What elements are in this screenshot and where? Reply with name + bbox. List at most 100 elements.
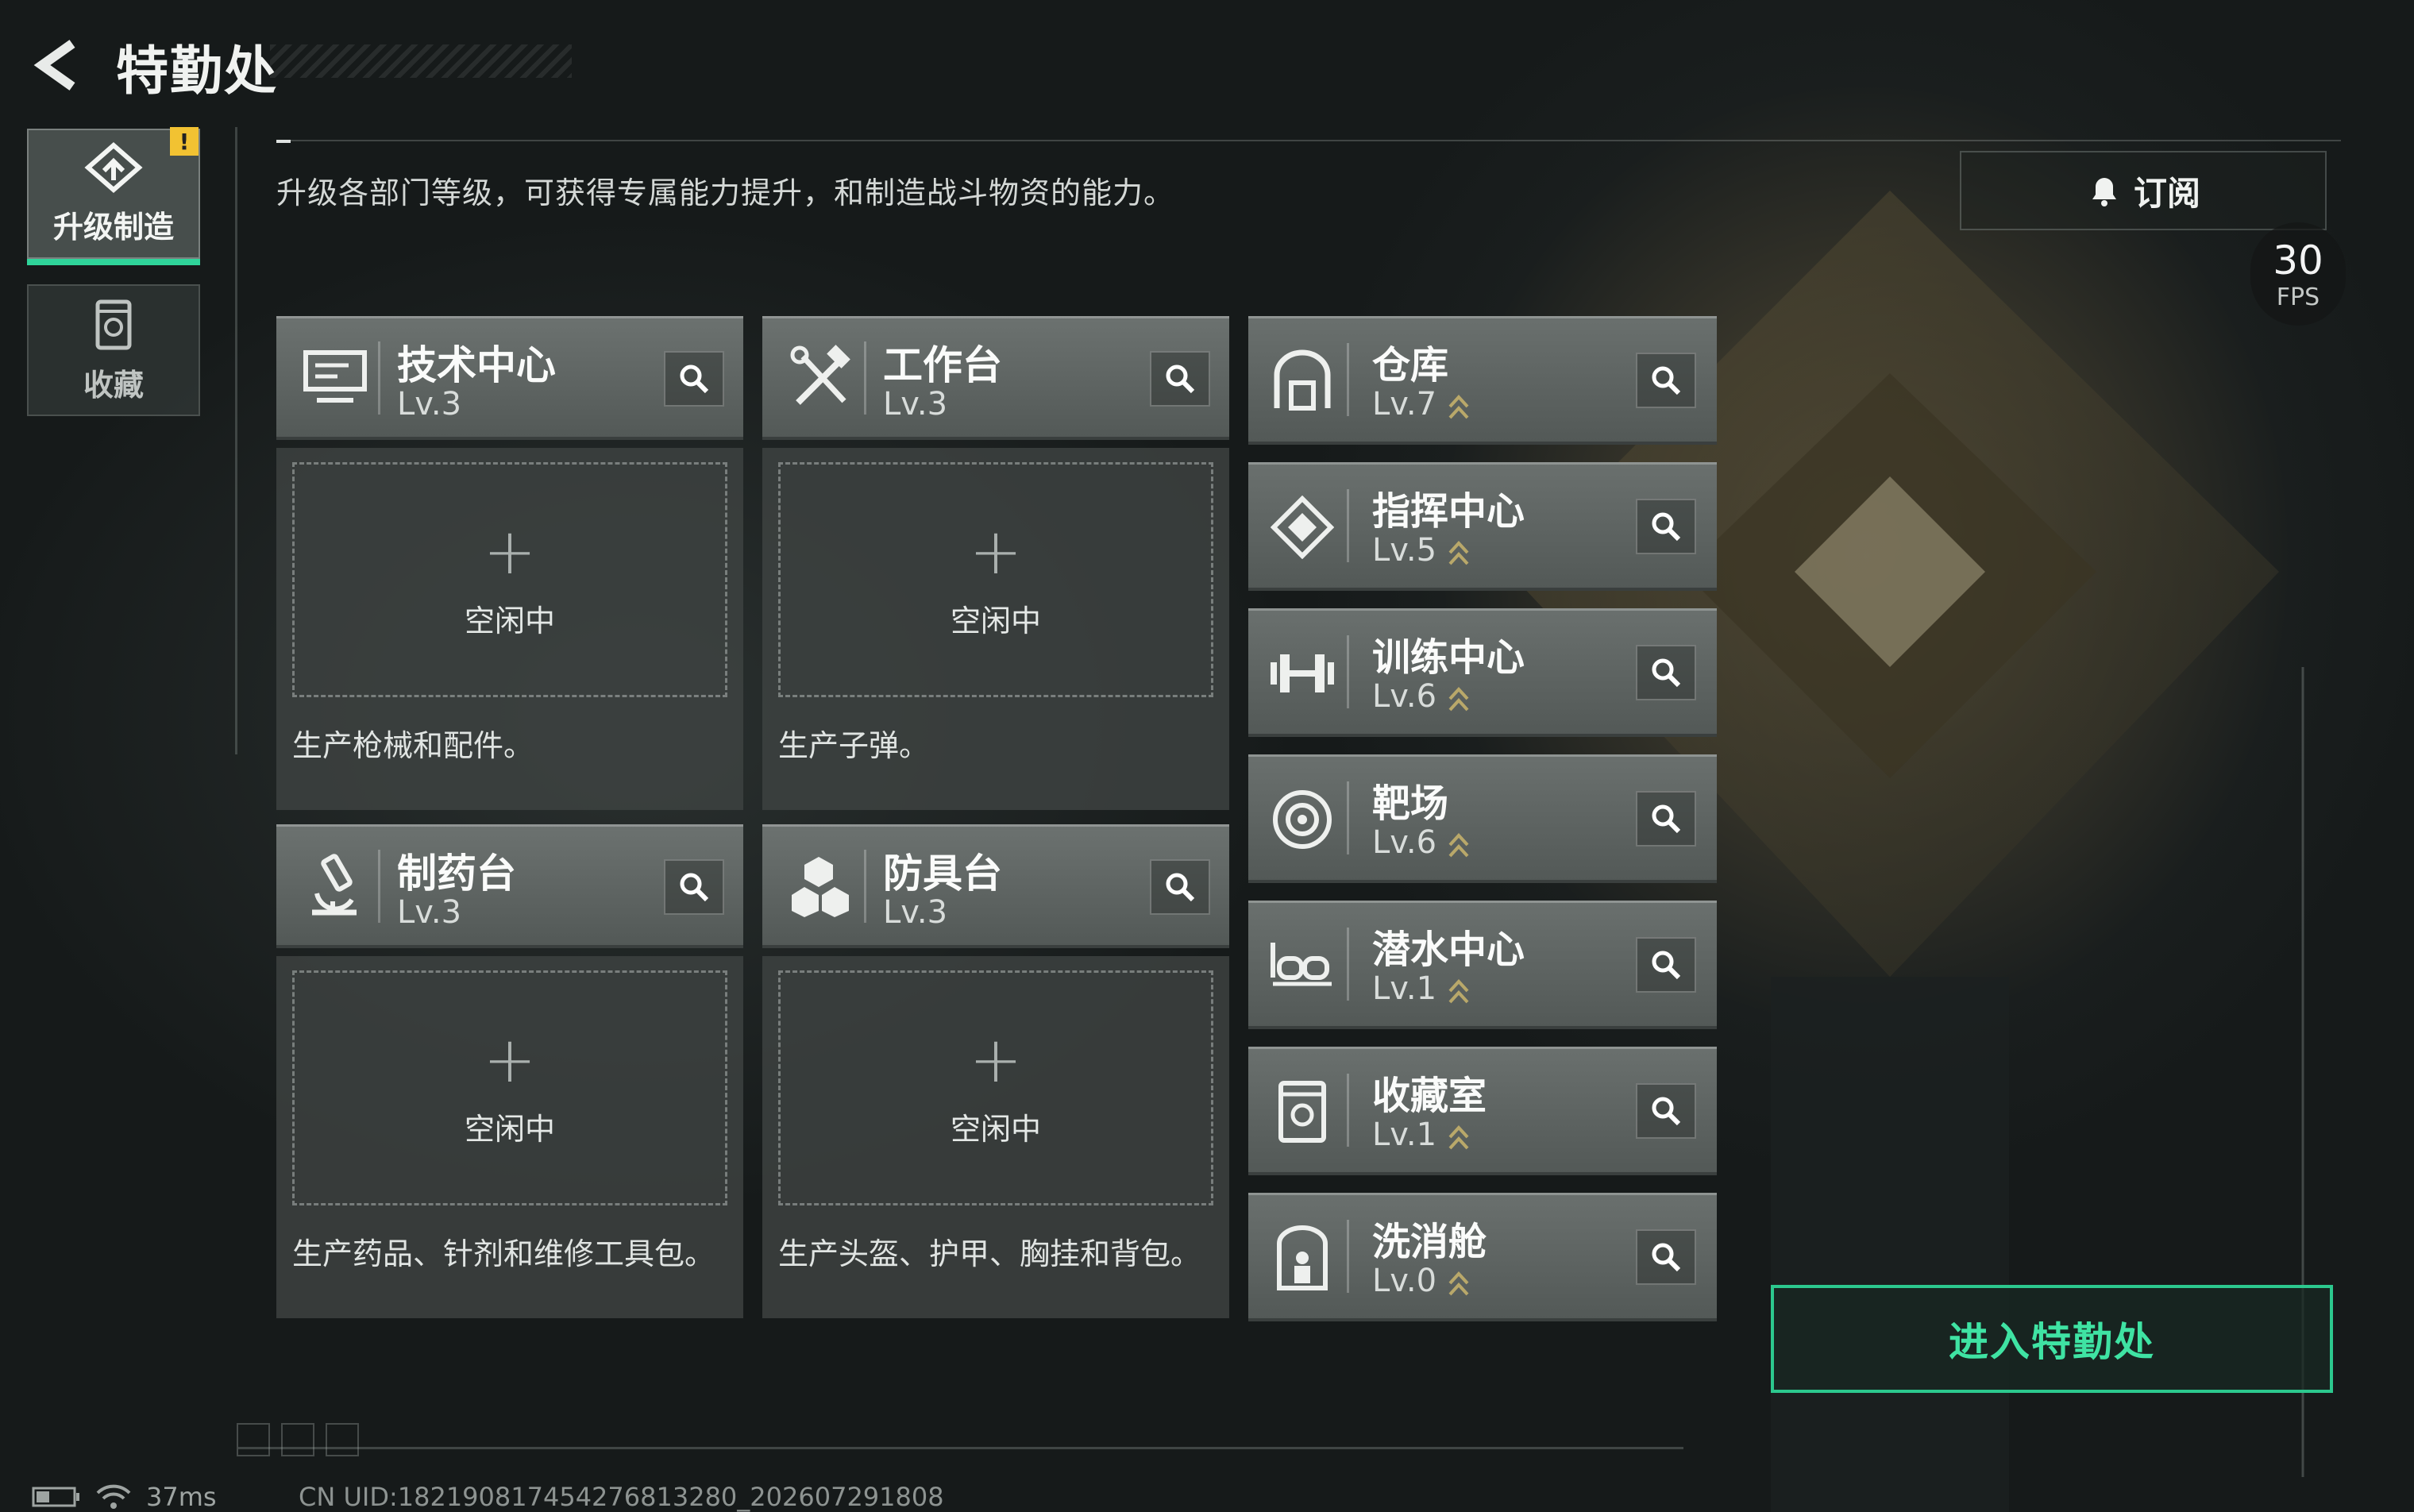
microscope-icon: [295, 848, 375, 924]
production-slot[interactable]: + 空闲中: [778, 462, 1213, 697]
add-icon: +: [969, 1022, 1023, 1097]
facility-level: Lv.6: [1372, 824, 1437, 861]
divider: [1347, 489, 1349, 562]
production-description: 生产子弹。: [778, 728, 930, 763]
facility-level: Lv.7: [1372, 386, 1437, 422]
card-header[interactable]: 工作台 Lv.3: [762, 316, 1229, 440]
wifi-icon: [96, 1484, 131, 1509]
active-tab-indicator: [27, 259, 200, 265]
card-header[interactable]: 制药台 Lv.3: [276, 824, 743, 948]
search-button[interactable]: [1636, 499, 1696, 554]
armor-icon: [781, 848, 861, 924]
facility-name: 技术中心: [397, 342, 556, 388]
search-button[interactable]: [1150, 351, 1210, 407]
divider: [1347, 635, 1349, 708]
target-icon: [1264, 783, 1340, 856]
fps-unit: FPS: [2276, 283, 2320, 311]
search-button[interactable]: [1636, 1083, 1696, 1139]
page-title: 特勤处: [116, 40, 278, 102]
divider: [1347, 1074, 1349, 1147]
tab-upgrade-label: 升级制造: [52, 209, 174, 245]
decon-icon: [1264, 1221, 1340, 1294]
decor-square: [281, 1423, 314, 1456]
search-button[interactable]: [664, 859, 724, 915]
divider: [1347, 928, 1349, 1001]
subscribe-label: 订阅: [2133, 173, 2200, 213]
facility-name: 靶场: [1372, 781, 1449, 826]
production-card-armor-bench: 防具台 Lv.3 + 空闲中 生产头盔、护甲、胸挂和背包。: [762, 824, 1229, 1318]
upgrade-arrow-icon: [1448, 687, 1469, 712]
facility-name: 洗消舱: [1372, 1220, 1487, 1264]
production-description: 生产药品、针剂和维修工具包。: [292, 1236, 715, 1271]
facility-level: Lv.6: [1372, 678, 1437, 715]
add-icon: +: [969, 514, 1023, 588]
search-button[interactable]: [664, 351, 724, 407]
ping-value: 37ms: [146, 1482, 217, 1512]
slot-status: 空闲中: [464, 603, 555, 638]
production-card-tech-center: 技术中心 Lv.3 + 空闲中 生产枪械和配件。: [276, 316, 743, 810]
facility-collection-room[interactable]: 收藏室 Lv.1: [1248, 1047, 1717, 1175]
diving-mask-icon: [1264, 929, 1340, 1002]
facility-level: Lv.3: [883, 386, 948, 422]
facility-name: 收藏室: [1372, 1074, 1487, 1118]
back-arrow-icon: [33, 40, 75, 91]
card-body: + 空闲中 生产子弹。: [762, 448, 1229, 810]
divider: [235, 127, 237, 754]
facility-command-center[interactable]: 指挥中心 Lv.5: [1248, 462, 1717, 591]
search-button[interactable]: [1636, 791, 1696, 847]
search-icon: [1652, 1243, 1681, 1272]
search-button[interactable]: [1636, 937, 1696, 993]
facility-name: 工作台: [883, 342, 1002, 388]
enter-button[interactable]: 进入特勤处: [1771, 1285, 2333, 1393]
facility-name: 防具台: [883, 850, 1002, 897]
divider: [276, 140, 2341, 141]
search-icon: [1652, 366, 1681, 395]
upgrade-arrow-icon: [1448, 395, 1469, 419]
slot-status: 空闲中: [950, 1111, 1041, 1147]
production-slot[interactable]: + 空闲中: [778, 970, 1213, 1205]
facility-name: 仓库: [1372, 343, 1449, 388]
search-icon: [1652, 512, 1681, 542]
tab-collection[interactable]: 收藏: [27, 284, 200, 416]
search-icon: [1652, 658, 1681, 688]
divider: [864, 341, 866, 415]
search-button[interactable]: [1636, 645, 1696, 700]
facility-decon-chamber[interactable]: 洗消舱 Lv.0: [1248, 1193, 1717, 1321]
production-card-pharmacy: 制药台 Lv.3 + 空闲中 生产药品、针剂和维修工具包。: [276, 824, 743, 1318]
search-button[interactable]: [1636, 1229, 1696, 1285]
divider: [378, 850, 380, 923]
upgrade-arrow-icon: [1448, 1125, 1469, 1150]
facility-diving-center[interactable]: 潜水中心 Lv.1: [1248, 901, 1717, 1029]
production-card-workbench: 工作台 Lv.3 + 空闲中 生产子弹。: [762, 316, 1229, 810]
search-icon: [1652, 804, 1681, 834]
back-button[interactable]: [27, 33, 91, 97]
facility-shooting-range[interactable]: 靶场 Lv.6: [1248, 754, 1717, 883]
facility-warehouse[interactable]: 仓库 Lv.7: [1248, 316, 1717, 445]
search-icon: [1166, 873, 1195, 902]
fps-counter: 30 FPS: [2250, 222, 2346, 326]
production-slot[interactable]: + 空闲中: [292, 970, 727, 1205]
card-body: + 空闲中 生产药品、针剂和维修工具包。: [276, 956, 743, 1318]
subscribe-button[interactable]: 订阅: [1960, 151, 2327, 230]
facility-name: 潜水中心: [1372, 928, 1525, 972]
card-header[interactable]: 技术中心 Lv.3: [276, 316, 743, 440]
facility-level: Lv.5: [1372, 532, 1437, 569]
upgrade-arrow-icon: [1448, 1271, 1469, 1296]
divider: [1347, 343, 1349, 416]
divider: [864, 850, 866, 923]
facility-level: Lv.1: [1372, 1117, 1437, 1153]
search-icon: [1652, 951, 1681, 980]
search-button[interactable]: [1150, 859, 1210, 915]
card-body: + 空闲中 生产头盔、护甲、胸挂和背包。: [762, 956, 1229, 1318]
production-description: 生产枪械和配件。: [292, 728, 534, 763]
facility-training-center[interactable]: 训练中心 Lv.6: [1248, 608, 1717, 737]
page-description: 升级各部门等级，可获得专属能力提升，和制造战斗物资的能力。: [276, 176, 1175, 210]
facility-name: 指挥中心: [1372, 489, 1525, 534]
tools-icon: [781, 340, 861, 416]
divider-accent: [276, 140, 291, 143]
search-button[interactable]: [1636, 353, 1696, 408]
facility-level: Lv.3: [883, 894, 948, 931]
search-icon: [680, 873, 709, 902]
card-header[interactable]: 防具台 Lv.3: [762, 824, 1229, 948]
production-slot[interactable]: + 空闲中: [292, 462, 727, 697]
